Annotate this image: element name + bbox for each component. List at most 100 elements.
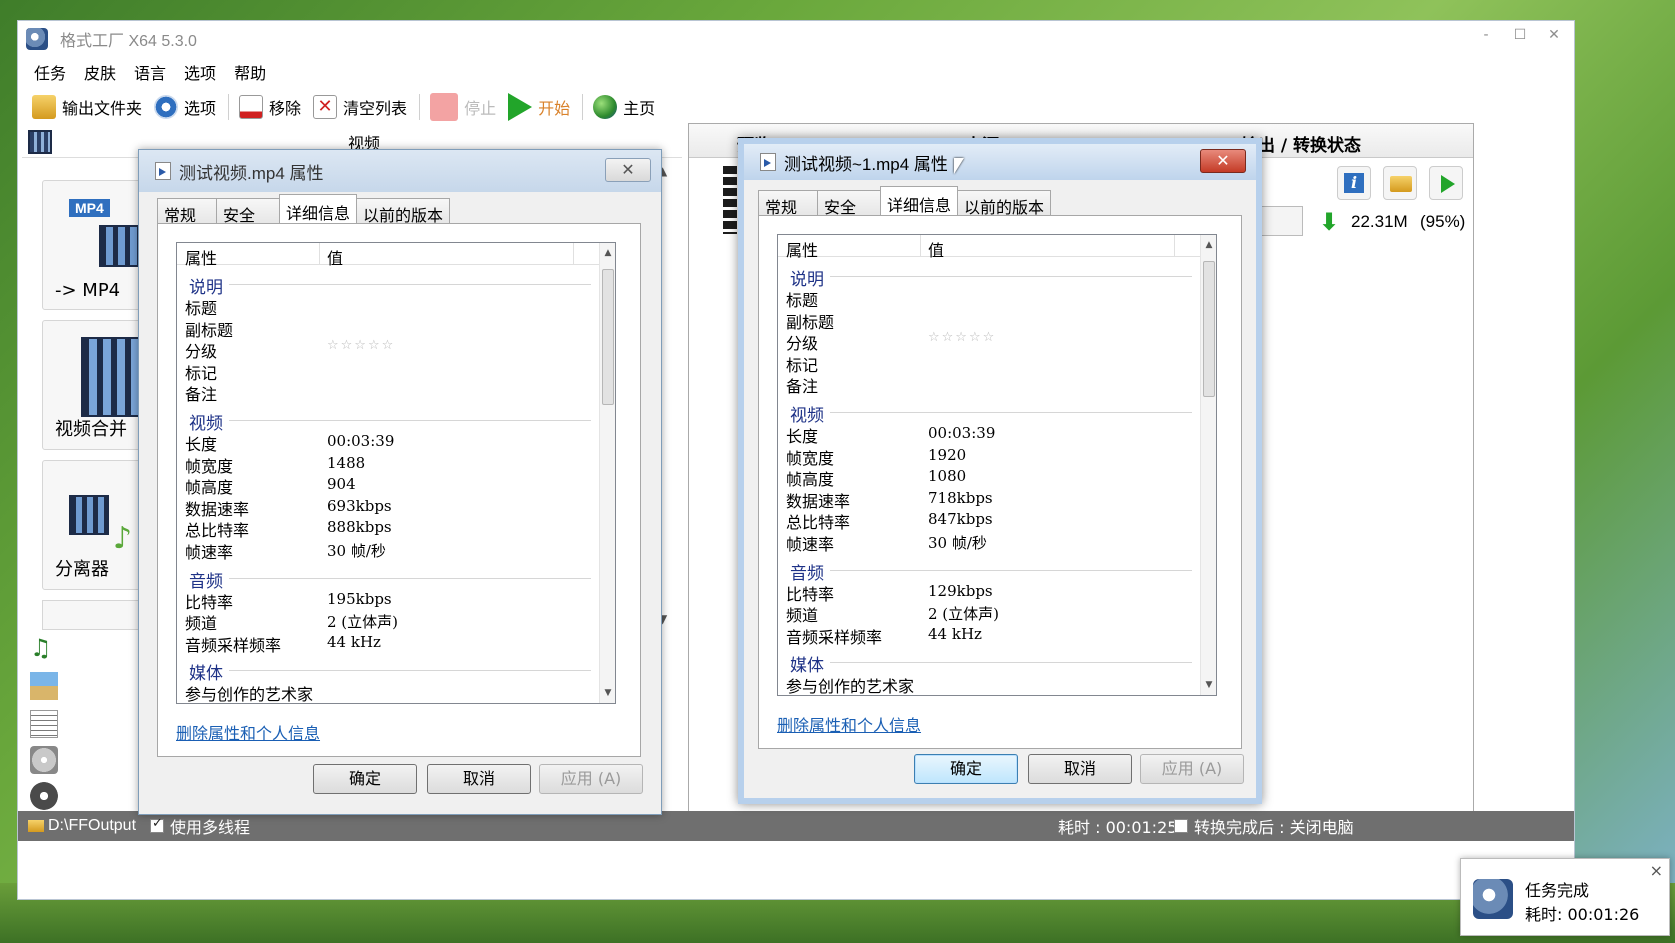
property-row[interactable]: 数据速率 693kbps — [177, 496, 599, 519]
property-row[interactable]: 总比特率 888kbps — [177, 517, 599, 540]
apply-button[interactable]: 应用 (A) — [1140, 754, 1244, 784]
output-folder-button[interactable]: 输出文件夹 — [32, 92, 142, 122]
col-value[interactable]: 值 — [928, 237, 944, 261]
task-complete-notification[interactable]: 任务完成 耗时: 00:01:26 × — [1460, 858, 1670, 936]
tab-details[interactable]: 详细信息 — [880, 186, 959, 216]
property-row[interactable]: 比特率 129kbps — [778, 581, 1200, 604]
property-row[interactable]: 音频采样频率 44 kHz — [778, 624, 1200, 647]
tab-previous-versions[interactable]: 以前的版本 — [356, 198, 451, 225]
property-row[interactable]: 频道 2 (立体声) — [177, 610, 599, 633]
property-row[interactable]: 标记 — [177, 360, 599, 383]
stop-button[interactable]: 停止 — [430, 92, 496, 122]
cancel-button[interactable]: 取消 — [1028, 754, 1132, 784]
cancel-button[interactable]: 取消 — [427, 764, 531, 794]
menu-skin[interactable]: 皮肤 — [84, 60, 116, 84]
open-folder-icon[interactable] — [1383, 166, 1417, 200]
image-category-icon[interactable] — [30, 672, 58, 700]
property-row[interactable]: 备注 — [778, 373, 1200, 396]
document-category-icon[interactable] — [30, 710, 58, 738]
property-row[interactable]: 标题 — [778, 287, 1200, 310]
ok-button[interactable]: 确定 — [914, 754, 1018, 784]
stop-icon — [430, 93, 459, 121]
dialog-2-close-button[interactable]: ✕ — [1200, 149, 1246, 173]
output-path[interactable]: D:\FFOutput — [48, 817, 136, 835]
minimize-button[interactable]: ‐ — [1472, 27, 1500, 43]
apply-button[interactable]: 应用 (A) — [539, 764, 643, 794]
options-button[interactable]: 选项 — [154, 92, 216, 122]
tab-previous-versions[interactable]: 以前的版本 — [957, 190, 1052, 217]
audio-category-icon[interactable]: ♫ — [30, 634, 58, 662]
menu-task[interactable]: 任务 — [34, 60, 66, 84]
notification-close-icon[interactable]: × — [1650, 861, 1663, 880]
tab-general[interactable]: 常规 — [758, 190, 818, 217]
property-row[interactable]: 副标题 — [778, 309, 1200, 332]
scroll-down-icon[interactable]: ▼ — [600, 685, 615, 701]
property-row[interactable]: 比特率 195kbps — [177, 589, 599, 612]
dialog-2-title-bar[interactable]: 测试视频~1.mp4 属性 ✕ — [744, 144, 1256, 180]
property-list[interactable]: 属性 值 说明 标题 副标题 分级 ☆☆☆☆☆ 标记 备注 视频 长度 00:03:39 帧宽度 14… — [176, 242, 616, 704]
property-row[interactable]: 分级 ☆☆☆☆☆ — [177, 338, 599, 361]
property-scrollbar[interactable]: ▲ ▼ — [599, 243, 615, 703]
property-row[interactable]: 分级 ☆☆☆☆☆ — [778, 330, 1200, 353]
scroll-down-icon[interactable]: ▼ — [1201, 677, 1216, 693]
col-property[interactable]: 属性 — [185, 245, 217, 269]
dialog-1-title-bar[interactable]: 测试视频.mp4 属性 ✕ — [139, 150, 661, 192]
property-row[interactable]: 标记 — [778, 352, 1200, 375]
property-row[interactable]: 标题 — [177, 295, 599, 318]
remove-properties-link[interactable]: 删除属性和个人信息 — [176, 720, 320, 744]
tab-security[interactable]: 安全 — [216, 198, 280, 225]
play-output-icon[interactable] — [1429, 166, 1463, 200]
tab-security[interactable]: 安全 — [817, 190, 881, 217]
rating-stars[interactable]: ☆☆☆☆☆ — [928, 330, 996, 345]
multithread-checkbox[interactable] — [150, 816, 165, 833]
property-row[interactable]: 帧宽度 1488 — [177, 453, 599, 476]
rating-stars[interactable]: ☆☆☆☆☆ — [327, 338, 395, 353]
menu-help[interactable]: 帮助 — [234, 60, 266, 84]
property-group: 音频 — [778, 558, 1200, 584]
film-category-icon[interactable] — [28, 130, 52, 154]
title-bar[interactable]: 格式工厂 X64 5.3.0 ‐ ☐ ✕ — [18, 21, 1574, 57]
scroll-thumb[interactable] — [1203, 261, 1215, 397]
property-row[interactable]: 帧高度 904 — [177, 474, 599, 497]
ok-button[interactable]: 确定 — [313, 764, 417, 794]
property-row[interactable]: 音频采样频率 44 kHz — [177, 632, 599, 655]
property-row[interactable]: 数据速率 718kbps — [778, 488, 1200, 511]
scroll-up-icon[interactable]: ▲ — [600, 245, 615, 261]
property-row[interactable]: 参与创作的艺术家 — [177, 681, 599, 703]
close-button[interactable]: ✕ — [1540, 27, 1568, 43]
tab-general[interactable]: 常规 — [157, 198, 217, 225]
info-icon[interactable]: i — [1337, 166, 1371, 200]
clear-list-button[interactable]: ✕ 清空列表 — [313, 92, 407, 122]
maximize-button[interactable]: ☐ — [1506, 27, 1534, 43]
property-row[interactable]: 帧速率 30 帧/秒 — [778, 531, 1200, 554]
utilities-category-icon[interactable] — [30, 782, 58, 810]
tab-details[interactable]: 详细信息 — [279, 194, 358, 224]
home-button[interactable]: 主页 — [593, 92, 655, 122]
property-row[interactable]: 备注 — [177, 381, 599, 404]
remove-button[interactable]: 移除 — [239, 92, 301, 122]
menu-language[interactable]: 语言 — [134, 60, 166, 84]
col-property[interactable]: 属性 — [786, 237, 818, 261]
property-row[interactable]: 总比特率 847kbps — [778, 509, 1200, 532]
property-row[interactable]: 参与创作的艺术家 — [778, 673, 1200, 695]
property-list[interactable]: 属性 值 说明 标题 副标题 分级 ☆☆☆☆☆ 标记 备注 视频 长度 00:03:39 帧宽度 19… — [777, 234, 1217, 696]
scroll-thumb[interactable] — [602, 269, 614, 405]
property-value: 30 帧/秒 — [327, 541, 386, 560]
property-row[interactable]: 副标题 — [177, 317, 599, 340]
after-convert-checkbox[interactable] — [1174, 819, 1188, 833]
dialog-1-close-button[interactable]: ✕ — [605, 158, 651, 182]
property-row[interactable]: 长度 00:03:39 — [778, 423, 1200, 446]
disc-category-icon[interactable] — [30, 746, 58, 774]
scroll-up-icon[interactable]: ▲ — [1201, 237, 1216, 253]
remove-properties-link[interactable]: 删除属性和个人信息 — [777, 712, 921, 736]
col-value[interactable]: 值 — [327, 245, 343, 269]
property-row[interactable]: 帧速率 30 帧/秒 — [177, 539, 599, 562]
property-row[interactable]: 帧宽度 1920 — [778, 445, 1200, 468]
menu-options[interactable]: 选项 — [184, 60, 216, 84]
property-row[interactable]: 帧高度 1080 — [778, 466, 1200, 489]
property-row[interactable]: 长度 00:03:39 — [177, 431, 599, 454]
property-group: 视频 — [177, 408, 599, 434]
property-scrollbar[interactable]: ▲ ▼ — [1200, 235, 1216, 695]
property-row[interactable]: 频道 2 (立体声) — [778, 602, 1200, 625]
start-button[interactable]: 开始 — [508, 92, 570, 122]
